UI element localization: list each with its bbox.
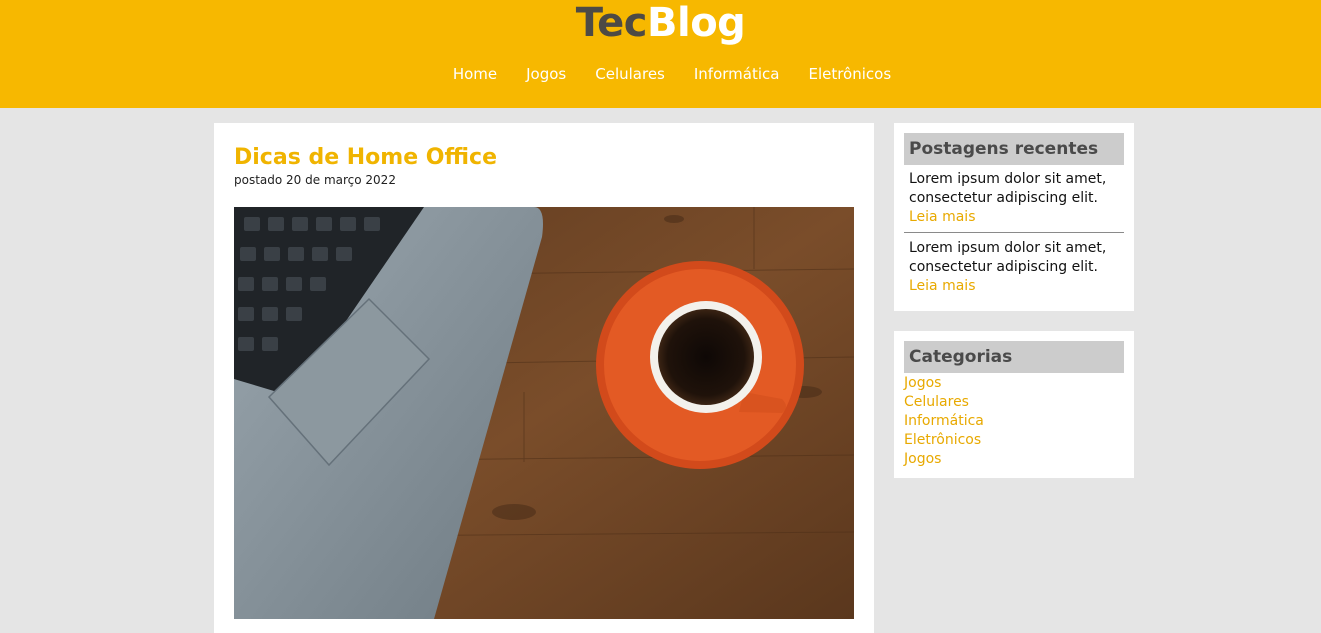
recent-post-text: Lorem ipsum dolor sit amet, consectetur … [909,171,1107,206]
post-date: postado 20 de março 2022 [234,173,396,187]
nav-celulares[interactable]: Celulares [595,62,665,86]
site-header: TecBlog Home Jogos Celulares Informática… [0,0,1321,108]
categories-title: Categorias [904,341,1124,373]
read-more-link[interactable]: Leia mais [909,277,1124,296]
category-link[interactable]: Informática [904,412,984,431]
main-nav: Home Jogos Celulares Informática Eletrôn… [0,62,1321,86]
recent-post-text: Lorem ipsum dolor sit amet, consectetur … [909,240,1107,275]
divider [904,232,1124,233]
nav-eletronicos[interactable]: Eletrônicos [808,62,891,86]
site-logo[interactable]: TecBlog [0,0,1321,46]
recent-post-item: Lorem ipsum dolor sit amet, consectetur … [904,170,1124,227]
nav-home[interactable]: Home [453,62,497,86]
logo-tec: Tec [575,0,648,46]
category-link[interactable]: Jogos [904,374,984,393]
nav-informatica[interactable]: Informática [694,62,780,86]
post-card: Dicas de Home Office postado 20 de março… [214,123,874,633]
category-link[interactable]: Celulares [904,393,984,412]
post-title[interactable]: Dicas de Home Office [234,143,497,173]
recent-posts-title: Postagens recentes [904,133,1124,165]
read-more-link[interactable]: Leia mais [909,208,1124,227]
category-link[interactable]: Eletrônicos [904,431,984,450]
category-link[interactable]: Jogos [904,450,984,469]
recent-posts-widget: Postagens recentes Lorem ipsum dolor sit… [894,123,1134,311]
post-image [234,207,854,619]
category-list: Jogos Celulares Informática Eletrônicos … [904,374,984,469]
categories-widget: Categorias Jogos Celulares Informática E… [894,331,1134,478]
recent-post-item: Lorem ipsum dolor sit amet, consectetur … [904,239,1124,296]
logo-blog: Blog [647,0,746,46]
nav-jogos[interactable]: Jogos [526,62,566,86]
